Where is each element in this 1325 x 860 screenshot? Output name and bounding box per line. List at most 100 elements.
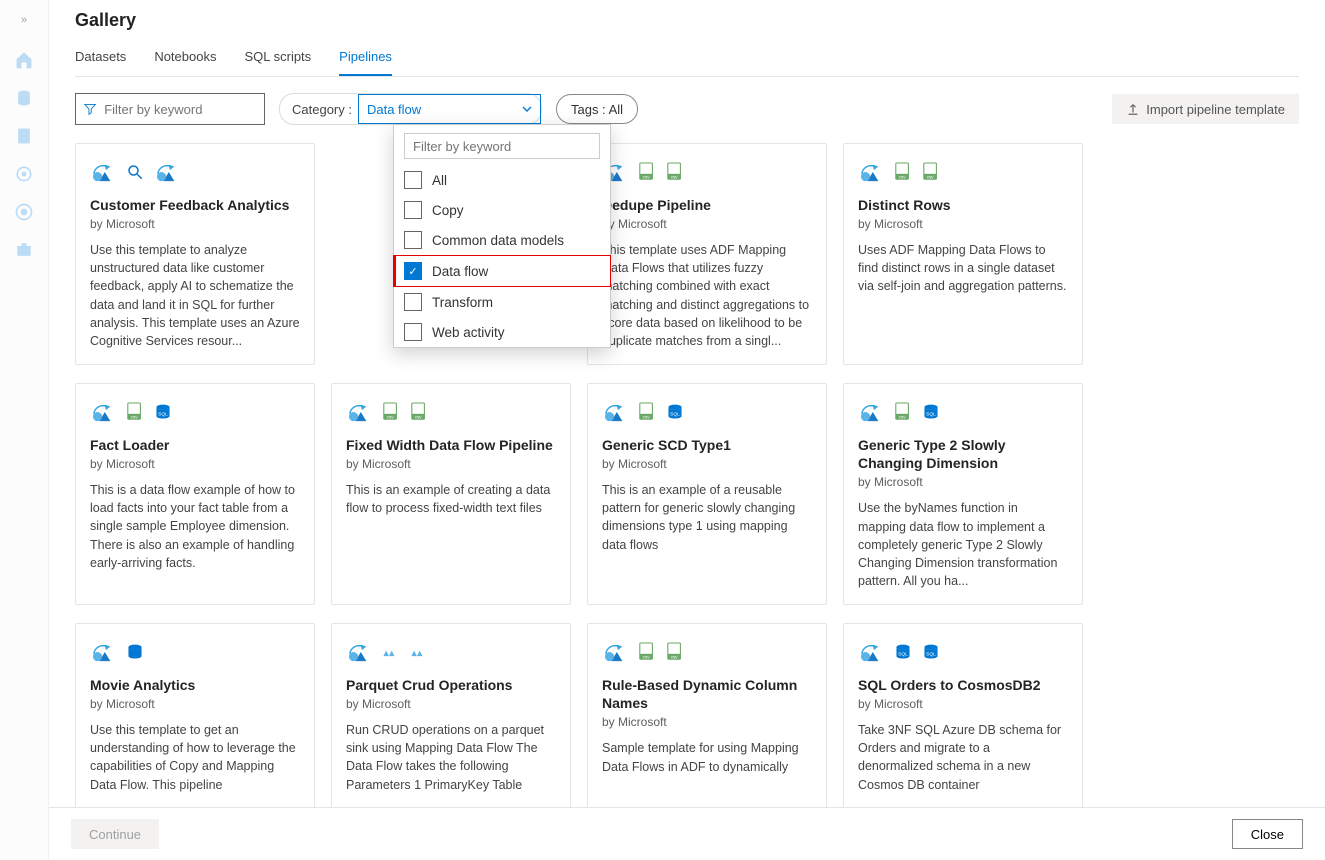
template-card[interactable]: csvcsvRule-Based Dynamic Column Namesby … [587,623,827,807]
card-description: Sample template for using Mapping Data F… [602,739,812,775]
card-title: SQL Orders to CosmosDB2 [858,676,1068,694]
checkbox-icon [404,293,422,311]
close-button[interactable]: Close [1232,819,1303,849]
template-grid-area[interactable]: Customer Feedback Analytics by Microsoft U… [49,125,1325,807]
svg-text:csv: csv [671,174,679,179]
tab-pipelines[interactable]: Pipelines [339,49,392,76]
upload-icon [1126,102,1140,116]
template-card[interactable]: csvSQLGeneric SCD Type1by MicrosoftThis … [587,383,827,605]
sql-icon: SQL [894,641,912,666]
page-title: Gallery [75,10,1299,31]
pipe-icon [858,161,884,186]
card-title: Distinct Rows [858,196,1068,214]
category-select[interactable]: Data flow [358,94,541,124]
template-card[interactable]: csv csv Distinct Rows by Microsoft Uses ADF … [843,143,1083,365]
sql-icon: SQL [154,401,172,426]
tab-sql-scripts[interactable]: SQL scripts [244,49,311,76]
home-icon[interactable] [14,50,34,70]
template-card[interactable]: Customer Feedback Analyticsby MicrosoftU… [75,143,315,365]
svg-text:csv: csv [671,654,679,659]
import-template-button[interactable]: Import pipeline template [1112,94,1299,124]
import-label: Import pipeline template [1146,102,1285,117]
csv-icon: csv [126,401,144,426]
left-sidebar: » [0,0,49,860]
card-publisher: by Microsoft [346,457,556,471]
develop-icon[interactable] [14,126,34,146]
card-publisher: by Microsoft [858,697,1068,711]
card-description: Use this template to analyze unstructure… [90,241,300,350]
card-description: Use this template to get an understandin… [90,721,300,794]
funnel-icon [84,102,96,116]
header: Gallery Datasets Notebooks SQL scripts P… [49,0,1325,77]
data-icon[interactable] [14,88,34,108]
category-option-copy[interactable]: Copy [394,195,610,225]
category-option-common-data-models[interactable]: Common data models [394,225,610,255]
keyword-filter[interactable] [75,93,265,125]
card-description: This is an example of a reusable pattern… [602,481,812,554]
db-icon [126,641,144,666]
template-card[interactable]: csvcsvFixed Width Data Flow Pipelineby M… [331,383,571,605]
svg-text:csv: csv [899,414,907,419]
svg-text:csv: csv [387,414,395,419]
pipe-icon [346,641,372,666]
pipe-icon [858,401,884,426]
template-card[interactable]: SQLSQL SQL Orders to CosmosDB2 by Microsof… [843,623,1083,807]
pipe-icon [602,641,628,666]
expand-sidebar-icon[interactable]: » [0,8,48,32]
tabs: Datasets Notebooks SQL scripts Pipelines [75,49,1299,77]
card-icon-row [90,156,300,190]
template-card[interactable]: csvSQLGeneric Type 2 Slowly Changing Dim… [843,383,1083,605]
continue-button: Continue [71,819,159,849]
pipe-icon [602,401,628,426]
card-publisher: by Microsoft [858,475,1068,489]
card-title: Fact Loader [90,436,300,454]
keyword-input[interactable] [102,101,256,118]
tab-notebooks[interactable]: Notebooks [154,49,216,76]
card-icon-row: SQLSQL [858,636,1068,670]
csv-icon: csv [638,641,656,666]
integrate-icon[interactable] [14,164,34,184]
card-title: Parquet Crud Operations [346,676,556,694]
category-option-data-flow[interactable]: ✓Data flow [393,255,611,287]
category-option-web-activity[interactable]: Web activity [394,317,610,347]
manage-icon[interactable] [14,240,34,260]
card-icon-row: csvSQL [602,396,812,430]
svg-text:csv: csv [643,174,651,179]
chevron-down-icon [522,104,532,114]
card-title: Fixed Width Data Flow Pipeline [346,436,556,454]
card-icon-row: csv SQL [90,396,300,430]
template-card[interactable]: csvcsvDedupe Pipelineby MicrosoftThis te… [587,143,827,365]
card-publisher: by Microsoft [602,715,812,729]
parq-icon [382,641,400,666]
card-icon-row [90,636,300,670]
template-card[interactable]: csvSQLFact Loaderby MicrosoftThis is a d… [75,383,315,605]
svg-text:csv: csv [643,414,651,419]
card-icon-row: csv SQL [858,396,1068,430]
card-description: Uses ADF Mapping Data Flows to find dist… [858,241,1068,295]
card-title: Dedupe Pipeline [602,196,812,214]
csv-icon: csv [894,161,912,186]
tags-filter[interactable]: Tags : All [556,94,638,124]
card-description: Use the byNames function in mapping data… [858,499,1068,590]
card-description: This template uses ADF Mapping Data Flow… [602,241,812,350]
template-card[interactable]: Parquet Crud Operationsby MicrosoftRun C… [331,623,571,807]
card-publisher: by Microsoft [858,217,1068,231]
csv-icon: csv [638,161,656,186]
card-description: Take 3NF SQL Azure DB schema for Orders … [858,721,1068,794]
template-card[interactable]: Movie Analyticsby MicrosoftUse this temp… [75,623,315,807]
filter-row: Category : Data flow Tags : All Import p… [49,77,1325,125]
category-option-all[interactable]: All [394,165,610,195]
sql-icon: SQL [922,401,940,426]
card-publisher: by Microsoft [602,457,812,471]
svg-text:csv: csv [927,174,935,179]
card-icon-row: csv csv [602,156,812,190]
dropdown-filter-input[interactable] [404,133,600,159]
card-title: Customer Feedback Analytics [90,196,300,214]
monitor-icon[interactable] [14,202,34,222]
card-icon-row [346,636,556,670]
tab-datasets[interactable]: Datasets [75,49,126,76]
category-label: Category : [292,102,358,117]
category-filter: Category : Data flow [279,93,542,125]
svg-text:csv: csv [131,414,139,419]
category-option-transform[interactable]: Transform [394,287,610,317]
